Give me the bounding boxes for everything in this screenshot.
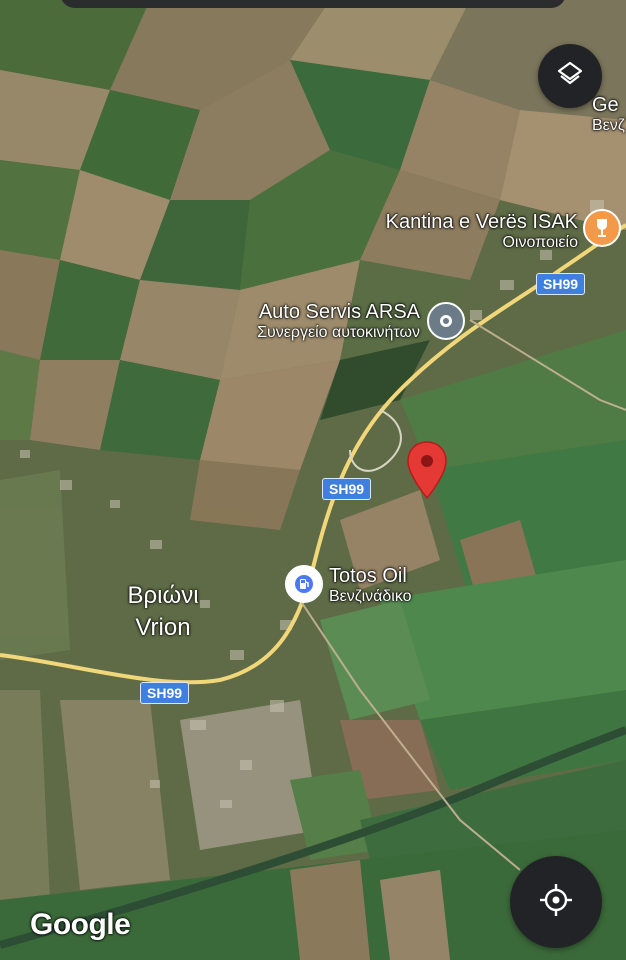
satellite-imagery [0, 0, 626, 960]
poi-name-partial: Ge [592, 94, 619, 116]
poi-label-kantina[interactable]: Kantina e Verës ISAK Οινοποιείο [368, 211, 578, 252]
my-location-icon [537, 881, 575, 924]
wine-glass-icon[interactable] [583, 209, 621, 247]
poi-subtitle-totos-oil: Βενζινάδικο [329, 588, 412, 605]
poi-label-auto-servis[interactable]: Auto Servis ARSA Συνεργείο αυτοκινήτων [232, 301, 420, 342]
pin-dot-icon[interactable] [427, 302, 465, 340]
poi-name-totos-oil: Totos Oil [329, 565, 407, 587]
search-bar-edge[interactable] [60, 0, 566, 8]
poi-label-totos-oil[interactable]: Totos Oil Βενζινάδικο [329, 565, 412, 606]
poi-name-kantina: Kantina e Verës ISAK [385, 211, 578, 233]
poi-label-partial[interactable]: Ge Βενζ [592, 94, 625, 135]
poi-subtitle-kantina: Οινοποιείο [502, 234, 578, 251]
town-name-greek: Βριώνι [127, 582, 199, 609]
town-name-latin: Vrion [135, 614, 191, 641]
map-view[interactable]: Ge Βενζ Kantina e Verës ISAK Οινοποιείο … [0, 0, 626, 960]
road-shield-sh99-east: SH99 [536, 273, 586, 295]
poi-name-auto-servis: Auto Servis ARSA [258, 301, 420, 323]
gas-station-icon[interactable] [285, 565, 323, 603]
road-shield-sh99-west: SH99 [140, 682, 190, 704]
my-location-button[interactable] [510, 856, 602, 948]
town-label[interactable]: Βριώνι Vrion [108, 580, 218, 644]
google-attribution: Google [30, 908, 131, 941]
layers-icon [555, 59, 585, 94]
poi-subtitle-partial: Βενζ [592, 117, 625, 134]
road-shield-sh99-center: SH99 [322, 478, 372, 500]
red-pin-icon[interactable] [406, 440, 448, 505]
poi-subtitle-auto-servis: Συνεργείο αυτοκινήτων [257, 324, 420, 341]
